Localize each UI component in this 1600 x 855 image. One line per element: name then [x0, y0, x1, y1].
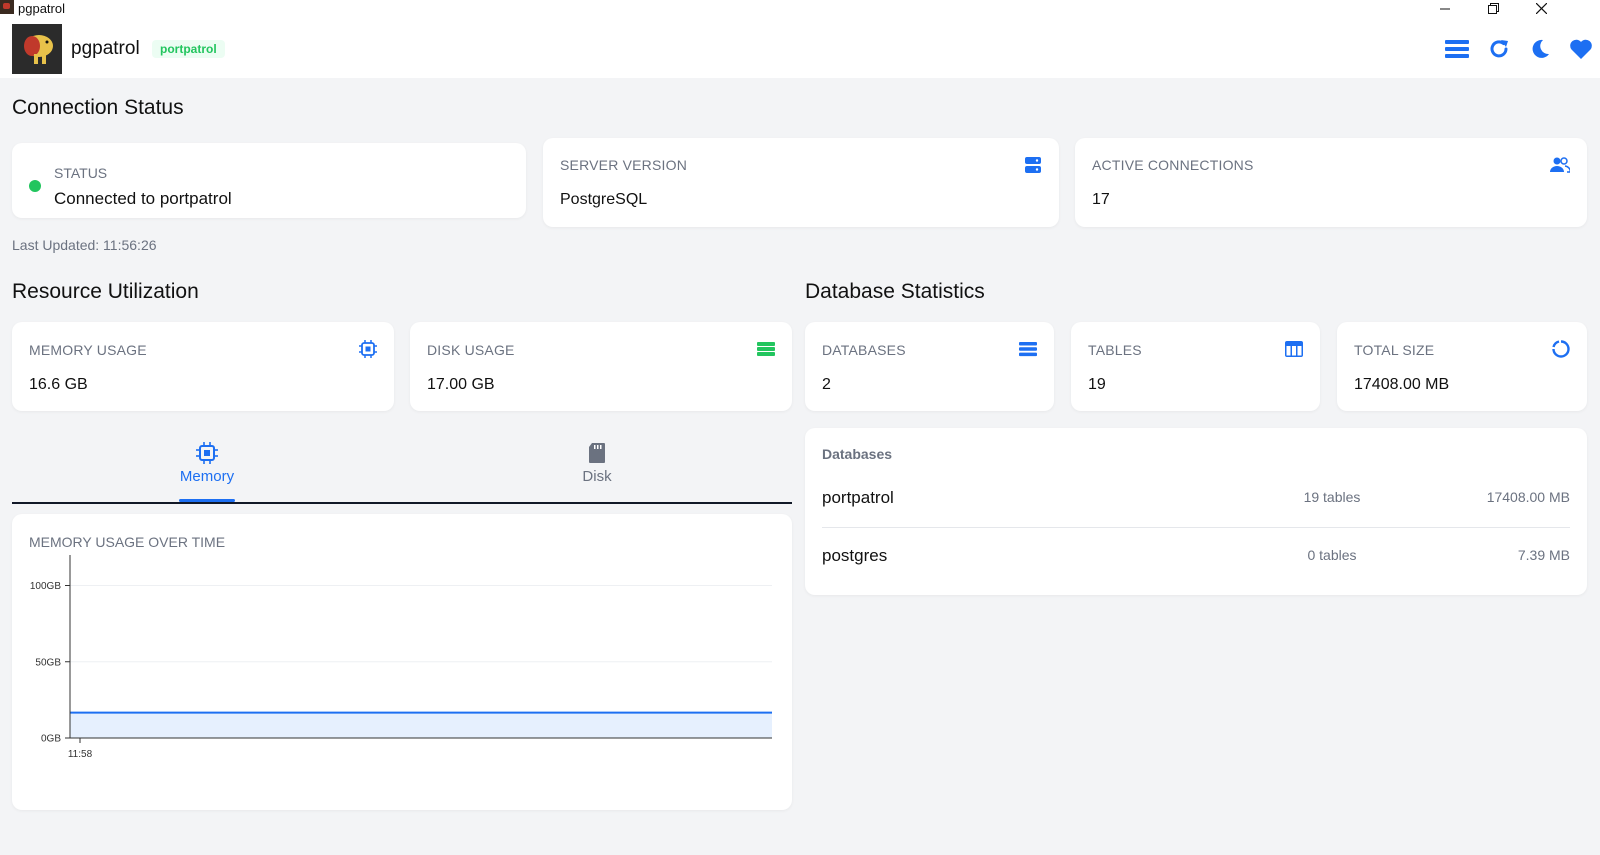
- memory-chart-card: MEMORY USAGE OVER TIME 0GB 50GB 100GB 11:58: [12, 514, 792, 810]
- minimize-button[interactable]: [1422, 0, 1468, 17]
- sd-card-icon: [589, 443, 605, 463]
- restore-icon: [1487, 3, 1499, 14]
- y-tick-label: 0GB: [41, 734, 61, 745]
- moon-icon: [1532, 39, 1549, 58]
- tables-label: TABLES: [1088, 342, 1142, 358]
- tables-value: 19: [1088, 376, 1106, 393]
- disk-usage-value: 17.00 GB: [427, 376, 495, 393]
- database-statistics-title: Database Statistics: [805, 280, 985, 303]
- elephant-logo-icon: [12, 24, 62, 74]
- close-icon: [1535, 3, 1547, 14]
- memory-usage-card: MEMORY USAGE 16.6 GB: [12, 322, 394, 411]
- database-table-count: 0 tables: [1307, 547, 1357, 563]
- table-icon: [1285, 341, 1303, 357]
- database-size: 7.39 MB: [1517, 547, 1570, 563]
- status-card: STATUS Connected to portpatrol: [12, 143, 526, 218]
- list-view-button[interactable]: [1444, 37, 1470, 61]
- databases-list-card: Databases portpatrol 19 tables 17408.00 …: [805, 428, 1587, 595]
- disk-usage-card: DISK USAGE 17.00 GB: [410, 322, 792, 411]
- database-table-count: 19 tables: [1303, 489, 1361, 505]
- app-header: pgpatrol portpatrol: [0, 17, 1600, 78]
- active-tab-indicator: [179, 499, 235, 502]
- heart-icon: [1570, 39, 1592, 59]
- total-size-value: 17408.00 MB: [1354, 376, 1450, 393]
- tables-count-card: TABLES 19: [1071, 322, 1320, 411]
- status-text: Connected to portpatrol: [54, 189, 232, 208]
- database-row-portpatrol[interactable]: portpatrol 19 tables 17408.00 MB: [822, 470, 1570, 528]
- list-icon: [1445, 40, 1469, 58]
- connected-status-dot: [29, 180, 41, 192]
- x-tick-label: 11:58: [68, 749, 93, 760]
- app-icon: [0, 0, 14, 14]
- resource-utilization-title: Resource Utilization: [12, 280, 199, 303]
- total-size-label: TOTAL SIZE: [1354, 342, 1435, 358]
- close-button[interactable]: [1518, 0, 1564, 17]
- status-label: STATUS: [54, 165, 108, 181]
- minimize-icon: [1440, 8, 1450, 9]
- memory-usage-value: 16.6 GB: [29, 376, 88, 393]
- connection-status-title: Connection Status: [12, 96, 184, 119]
- tab-disk[interactable]: Disk: [402, 428, 792, 502]
- database-size: 17408.00 MB: [1486, 489, 1570, 505]
- tab-disk-label: Disk: [582, 468, 612, 485]
- window-title: pgpatrol: [18, 1, 65, 16]
- chart-title: MEMORY USAGE OVER TIME: [29, 534, 226, 550]
- databases-value: 2: [822, 376, 831, 393]
- database-name: portpatrol: [822, 488, 894, 507]
- restore-button[interactable]: [1470, 0, 1516, 17]
- dark-mode-button[interactable]: [1527, 37, 1553, 61]
- database-list-icon: [1019, 342, 1037, 357]
- database-badge: portpatrol: [152, 40, 225, 58]
- app-logo: [12, 24, 62, 74]
- server-version-value: PostgreSQL: [560, 191, 648, 208]
- chip-icon: [196, 442, 218, 464]
- memory-usage-chart: 0GB 50GB 100GB 11:58: [30, 555, 772, 760]
- last-updated-text: Last Updated: 11:56:26: [12, 237, 157, 253]
- server-version-card: SERVER VERSION PostgreSQL: [543, 138, 1059, 227]
- refresh-icon: [1490, 40, 1508, 58]
- tab-memory-label: Memory: [179, 468, 235, 485]
- active-connections-label: ACTIVE CONNECTIONS: [1092, 157, 1254, 173]
- y-tick-label: 50GB: [35, 657, 61, 668]
- database-row-postgres[interactable]: postgres 0 tables 7.39 MB: [822, 528, 1570, 586]
- server-version-label: SERVER VERSION: [560, 157, 688, 173]
- app-name: pgpatrol: [71, 38, 140, 59]
- refresh-button[interactable]: [1486, 37, 1512, 61]
- databases-list-title: Databases: [822, 446, 893, 462]
- memory-usage-label: MEMORY USAGE: [29, 342, 147, 358]
- active-connections-card: ACTIVE CONNECTIONS 17: [1075, 138, 1587, 227]
- resource-tabs: Memory Disk: [12, 428, 792, 504]
- database-name: postgres: [822, 546, 888, 565]
- storage-icon: [757, 342, 775, 356]
- tab-memory[interactable]: Memory: [12, 428, 402, 502]
- active-connections-value: 17: [1092, 191, 1110, 208]
- memory-area: [70, 712, 772, 738]
- spinner-icon: [1552, 340, 1570, 358]
- total-size-card: TOTAL SIZE 17408.00 MB: [1337, 322, 1587, 411]
- disk-usage-label: DISK USAGE: [427, 342, 515, 358]
- favorite-button[interactable]: [1568, 37, 1594, 61]
- window-titlebar: pgpatrol: [0, 0, 1600, 17]
- databases-label: DATABASES: [822, 342, 906, 358]
- y-tick-label: 100GB: [30, 581, 61, 592]
- chip-icon: [359, 340, 377, 358]
- databases-count-card: DATABASES 2: [805, 322, 1054, 411]
- server-icon: [1025, 157, 1041, 173]
- users-icon: [1550, 157, 1570, 173]
